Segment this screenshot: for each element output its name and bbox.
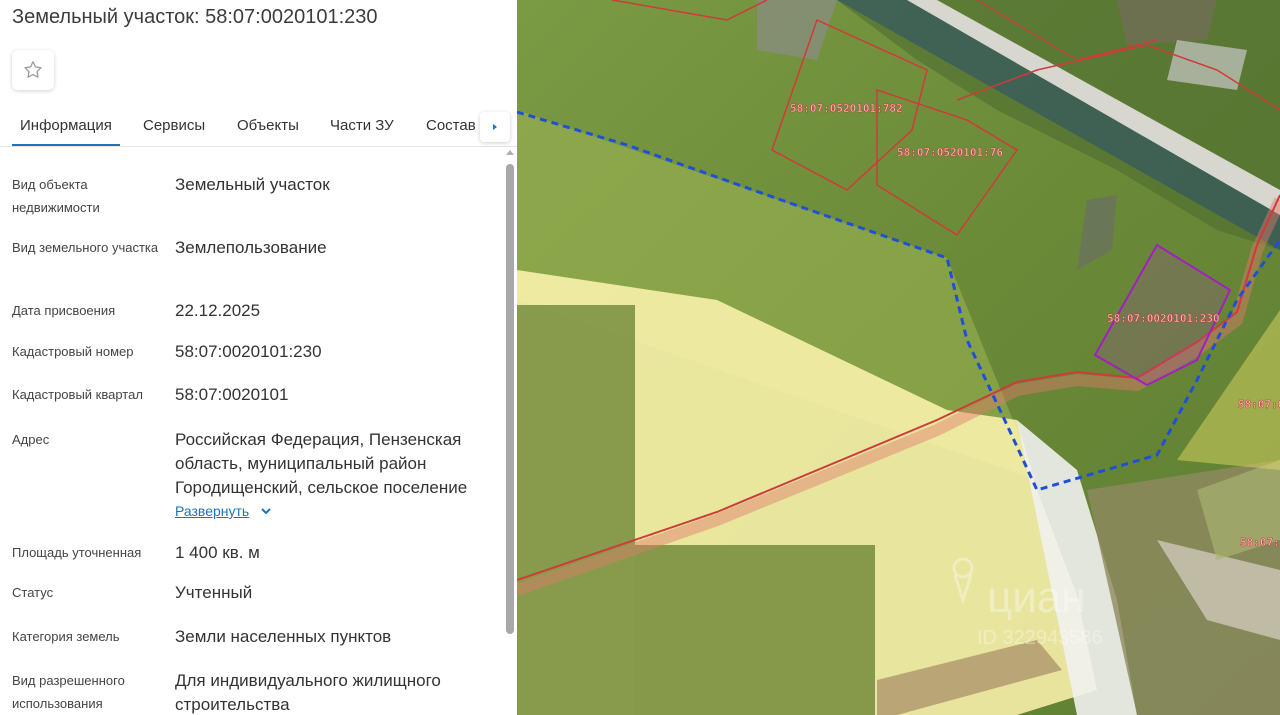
panel-scrollbar[interactable] — [505, 150, 515, 715]
object-type-label: Вид объекта недвижимости — [12, 177, 100, 215]
row-address: Адрес Российская Федерация, Пензенская о… — [12, 428, 502, 528]
cadastral-block-value: 58:07:0020101 — [175, 385, 289, 404]
scrollbar-thumb[interactable] — [506, 164, 514, 634]
status-value: Учтенный — [175, 583, 253, 602]
favorite-button[interactable] — [12, 50, 54, 90]
cadastral-number-value: 58:07:0020101:230 — [175, 342, 322, 361]
parcel-label-right-1[interactable]: 58:07:0 — [1238, 398, 1280, 411]
address-expand-link[interactable]: Развернуть — [175, 503, 273, 519]
tab-composition[interactable]: Состав — [426, 108, 476, 146]
tab-info[interactable]: Информация — [12, 108, 120, 146]
land-type-value: Землепользование — [175, 238, 327, 257]
star-icon — [24, 61, 42, 78]
category-value: Земли населенных пунктов — [175, 627, 392, 646]
caret-right-icon — [493, 124, 497, 130]
cadastral-number-label: Кадастровый номер — [12, 344, 134, 359]
address-label: Адрес — [12, 432, 50, 447]
parcel-label-right-2[interactable]: 58:07:0 — [1240, 536, 1280, 549]
watermark-brand: циан — [987, 573, 1086, 622]
address-value: Российская Федерация, Пензенская область… — [175, 430, 468, 497]
roof-area — [1117, 0, 1217, 45]
chevron-down-icon — [261, 508, 271, 515]
tab-services[interactable]: Сервисы — [143, 108, 205, 146]
land-type-label: Вид земельного участка — [12, 240, 159, 255]
date-label: Дата присвоения — [12, 303, 116, 318]
parcel-label-782[interactable]: 58:07:0520101:782 — [790, 102, 903, 115]
date-value: 22.12.2025 — [175, 301, 261, 320]
tab-parts[interactable]: Части ЗУ — [330, 108, 394, 146]
area-label: Площадь уточненная — [12, 545, 142, 560]
permitted-use-label: Вид разрешенного использования — [12, 673, 125, 711]
tab-objects[interactable]: Объекты — [237, 108, 299, 146]
expand-link-label: Развернуть — [175, 503, 250, 519]
parcel-label-76[interactable]: 58:07:0520101:76 — [897, 146, 1004, 159]
dark-field-bottom — [635, 545, 875, 715]
info-panel: Земельный участок: 58:07:0020101:230 Инф… — [0, 0, 517, 715]
cadastral-block-label: Кадастровый квартал — [12, 387, 143, 402]
cadastral-map[interactable]: 58:07:0520101:782 58:07:0520101:76 58:07… — [517, 0, 1280, 715]
dark-field-left — [517, 305, 635, 715]
status-label: Статус — [12, 585, 54, 600]
scroll-up-arrow[interactable] — [506, 150, 514, 155]
map-canvas[interactable]: 58:07:0520101:782 58:07:0520101:76 58:07… — [517, 0, 1280, 715]
permitted-use-value: Для индивидуального жилищного строительс… — [175, 671, 441, 714]
parcel-label-230[interactable]: 58:07:0020101:230 — [1107, 312, 1220, 325]
area-value: 1 400 кв. м — [175, 543, 260, 562]
watermark-id: ID 322943586 — [977, 627, 1103, 649]
object-type-value: Земельный участок — [175, 175, 330, 194]
category-label: Категория земель — [12, 629, 120, 644]
page-title: Земельный участок: 58:07:0020101:230 — [12, 6, 378, 28]
tabs-scroll-right-button[interactable] — [480, 112, 510, 142]
tab-bar: Информация Сервисы Объекты Части ЗУ Сост… — [0, 108, 517, 147]
